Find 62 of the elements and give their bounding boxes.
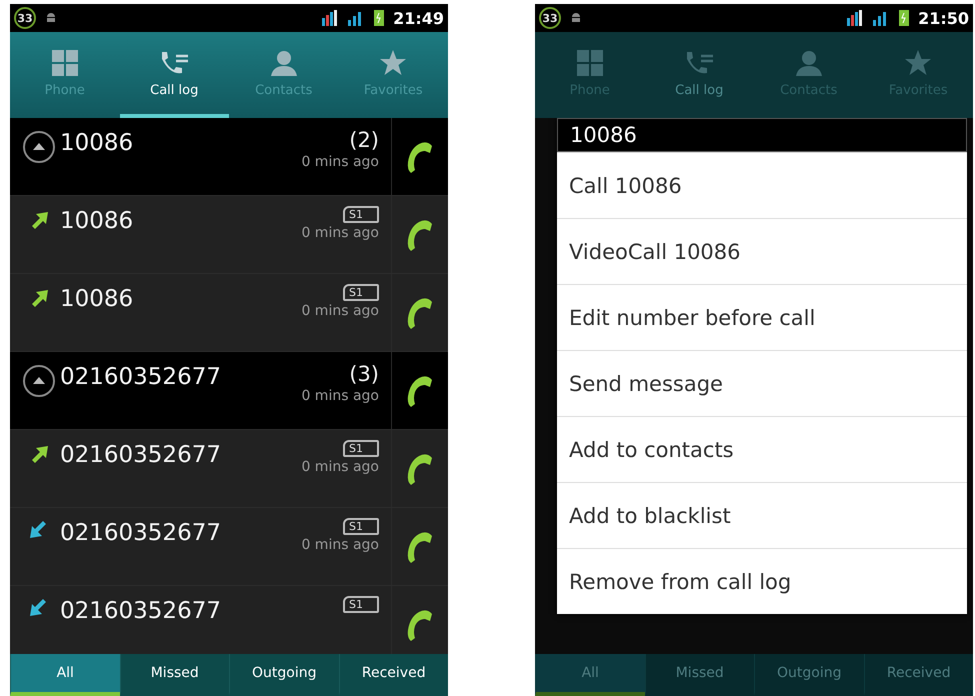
sim-badge: S1 xyxy=(343,206,379,223)
tab[interactable]: Call log xyxy=(644,32,754,118)
expand-icon[interactable] xyxy=(22,130,56,164)
clock: 21:49 xyxy=(393,8,444,28)
filter-tab[interactable]: Received xyxy=(338,654,448,696)
dialpad-icon xyxy=(50,48,79,76)
android-icon xyxy=(569,11,583,25)
signal-icon xyxy=(846,10,864,26)
sim-badge: S1 xyxy=(343,518,379,535)
filter-tab[interactable]: Missed xyxy=(120,654,229,696)
call-time: 0 mins ago xyxy=(301,459,379,475)
filter-tab[interactable]: All xyxy=(535,654,644,696)
filter-tab[interactable]: Outgoing xyxy=(229,654,338,696)
star-icon xyxy=(379,48,408,76)
menu-item[interactable]: VideoCall 10086 xyxy=(557,218,967,284)
menu-item[interactable]: Add to blacklist xyxy=(557,482,967,548)
expand-icon[interactable] xyxy=(22,364,56,398)
filter-tab[interactable]: All xyxy=(10,654,120,696)
phone-number: 02160352677 xyxy=(60,598,222,624)
menu-item[interactable]: Remove from call log xyxy=(557,548,967,614)
phone-icon[interactable] xyxy=(405,296,435,330)
call-count: (2) xyxy=(349,128,379,152)
sim-badge: S1 xyxy=(343,440,379,457)
filter-tab[interactable]: Missed xyxy=(644,654,754,696)
phone-number: 10086 xyxy=(60,208,134,234)
signal-icon xyxy=(321,10,340,26)
phone-number: 02160352677 xyxy=(60,364,222,390)
battery-icon xyxy=(373,9,386,27)
filter-tab[interactable]: Received xyxy=(864,654,973,696)
menu-title: 10086 xyxy=(557,118,967,152)
dialpad-icon xyxy=(576,48,604,76)
phone-icon[interactable] xyxy=(405,218,435,252)
notification-count: 33 xyxy=(14,7,36,29)
android-icon xyxy=(44,11,58,25)
sim-badge: S1 xyxy=(343,284,379,301)
phone-number: 10086 xyxy=(60,130,134,156)
phone-number: 02160352677 xyxy=(60,442,222,468)
phone-icon[interactable] xyxy=(405,452,435,486)
menu-item[interactable]: Edit number before call xyxy=(557,284,967,350)
menu-item[interactable]: Call 10086 xyxy=(557,152,967,218)
phone-icon[interactable] xyxy=(405,140,435,174)
phone-icon[interactable] xyxy=(405,374,435,408)
call-count: (3) xyxy=(349,362,379,386)
phone-icon[interactable] xyxy=(405,530,435,564)
sim-badge: S1 xyxy=(343,596,379,613)
call-time: 0 mins ago xyxy=(301,225,379,241)
clock: 21:50 xyxy=(918,8,969,28)
phone-number: 10086 xyxy=(60,286,134,312)
phone-icon[interactable] xyxy=(405,608,435,642)
menu-item[interactable]: Send message xyxy=(557,350,967,416)
call-time: 0 mins ago xyxy=(301,388,379,404)
person-icon xyxy=(268,48,299,76)
phone-number: 02160352677 xyxy=(60,520,222,546)
call-time: 0 mins ago xyxy=(301,303,379,319)
menu-item[interactable]: Add to contacts xyxy=(557,416,967,482)
call-time: 0 mins ago xyxy=(301,154,379,170)
star-icon xyxy=(904,48,932,76)
person-icon xyxy=(794,48,824,76)
filter-tab[interactable]: Outgoing xyxy=(754,654,864,696)
notification-count: 33 xyxy=(539,7,561,29)
battery-icon xyxy=(898,9,910,27)
call-time: 0 mins ago xyxy=(301,537,379,553)
